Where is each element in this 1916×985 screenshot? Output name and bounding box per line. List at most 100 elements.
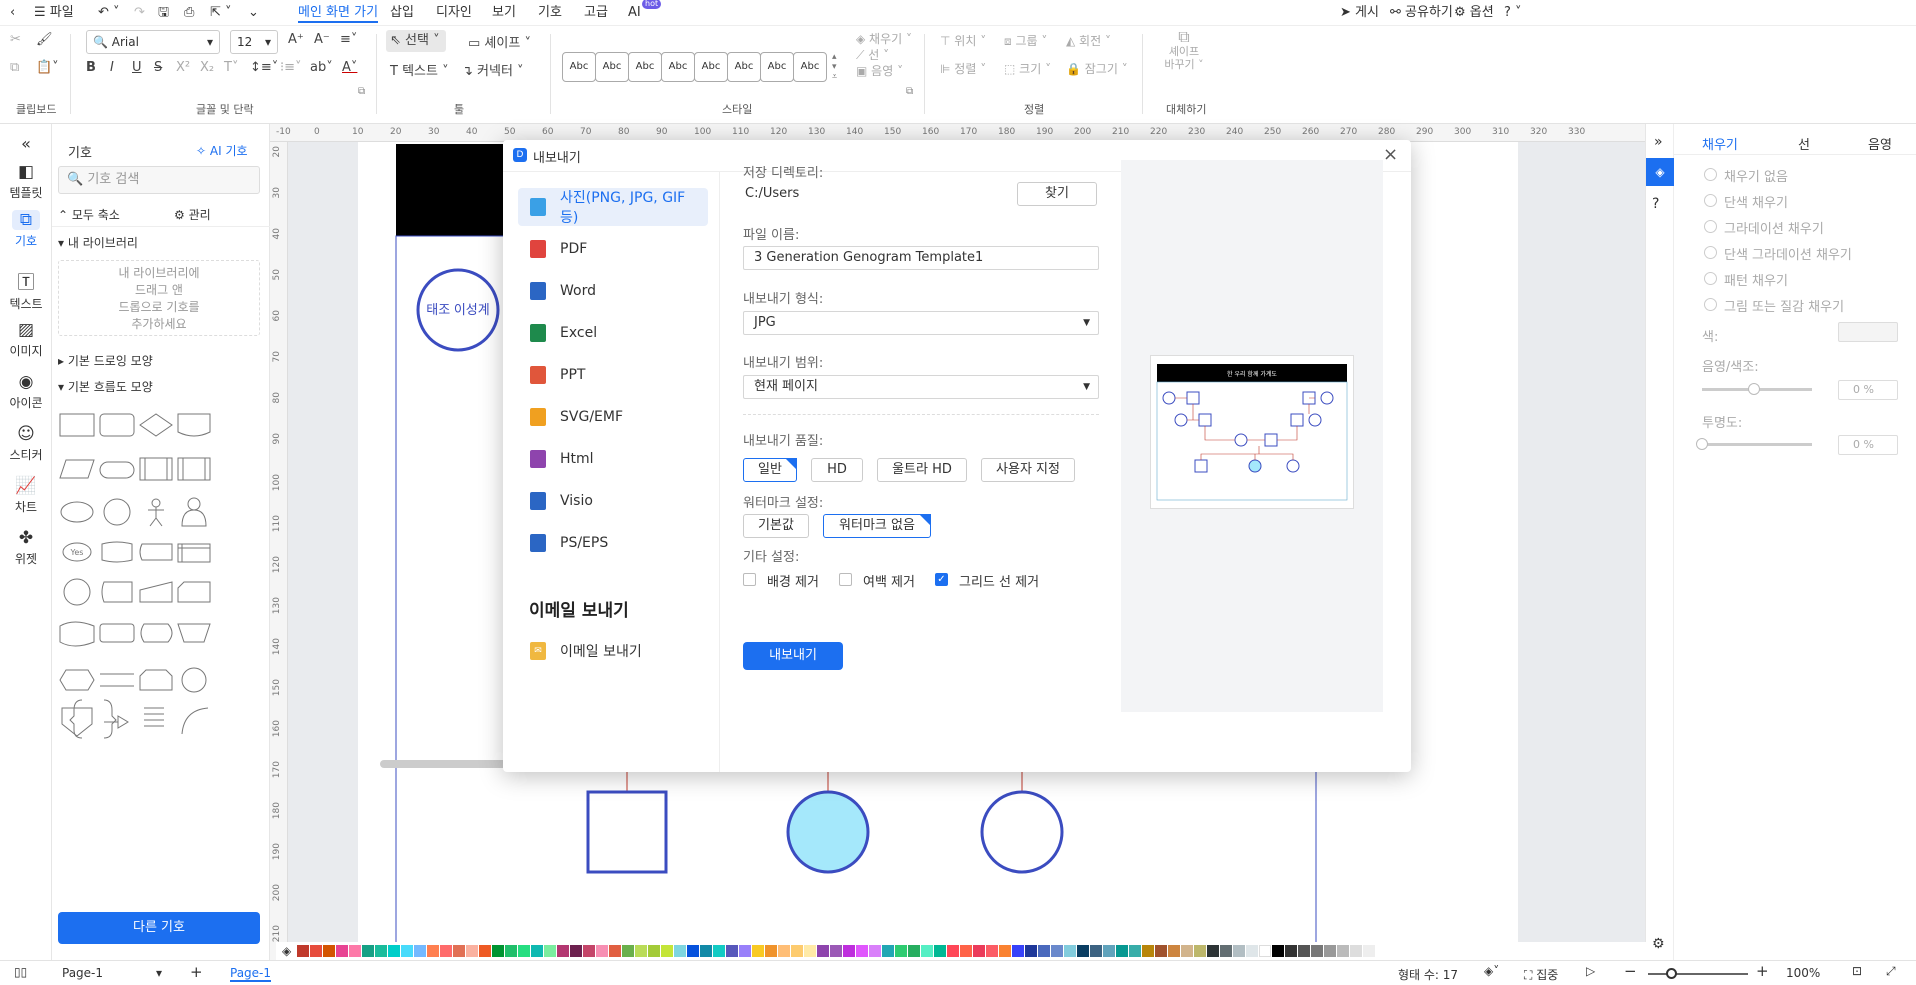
export-format-item[interactable]: Excel xyxy=(518,314,708,352)
nav-chart[interactable]: 📈 차트 xyxy=(0,476,52,515)
page-select[interactable]: Page-1 ▾ xyxy=(56,963,166,983)
collapse-icon[interactable]: « xyxy=(0,134,52,153)
palette-swatch[interactable] xyxy=(648,945,661,957)
palette-swatch[interactable] xyxy=(401,945,414,957)
palette-swatch[interactable] xyxy=(596,945,609,957)
radio-picture-fill[interactable] xyxy=(1704,298,1717,311)
export-format-item[interactable]: PDF xyxy=(518,230,708,268)
nav-widgets[interactable]: ✤ 위젯 xyxy=(0,528,52,567)
palette-swatch[interactable] xyxy=(778,945,791,957)
palette-swatch[interactable] xyxy=(323,945,336,957)
palette-swatch[interactable] xyxy=(1051,945,1064,957)
palette-swatch[interactable] xyxy=(1324,945,1337,957)
palette-swatch[interactable] xyxy=(1272,945,1285,957)
radio-no-fill[interactable] xyxy=(1704,168,1717,181)
quality-hd-button[interactable]: HD xyxy=(811,458,863,482)
palette-swatch[interactable] xyxy=(934,945,947,957)
nav-templates[interactable]: ◧ 템플릿 xyxy=(0,162,52,201)
tab-insert[interactable]: 삽입 xyxy=(390,3,414,23)
zoom-out-icon[interactable]: − xyxy=(1624,962,1637,980)
palette-swatch[interactable] xyxy=(674,945,687,957)
help-button[interactable]: ? ˅ xyxy=(1504,3,1522,23)
basic-drawing-header[interactable]: ▸ 기본 드로잉 모양 xyxy=(58,352,153,369)
lock-button[interactable]: 🔒 잠그기 ˅ xyxy=(1066,60,1128,77)
export-format-item[interactable]: SVG/EMF xyxy=(518,398,708,436)
more-symbols-button[interactable]: 다른 기호 xyxy=(58,912,260,944)
palette-swatch[interactable] xyxy=(765,945,778,957)
palette-swatch[interactable] xyxy=(843,945,856,957)
genogram-node-square[interactable] xyxy=(586,790,668,874)
basic-flow-header[interactable]: ▾ 기본 흐름도 모양 xyxy=(58,378,153,395)
size-button[interactable]: ⬚ 크기 ˅ xyxy=(1004,60,1051,77)
palette-swatch[interactable] xyxy=(1116,945,1129,957)
palette-swatch[interactable] xyxy=(1103,945,1116,957)
palette-swatch[interactable] xyxy=(1298,945,1311,957)
export-format-item[interactable]: PPT xyxy=(518,356,708,394)
copy-icon[interactable]: ⧉ xyxy=(10,60,19,75)
palette-swatch[interactable] xyxy=(986,945,999,957)
quality-custom-button[interactable]: 사용자 지정 xyxy=(981,458,1075,482)
redo-icon[interactable]: ↷ xyxy=(134,3,145,23)
palette-swatch[interactable] xyxy=(362,945,375,957)
palette-swatch[interactable] xyxy=(1090,945,1103,957)
shade-slider-handle[interactable] xyxy=(1748,383,1760,395)
radio-solid-fill[interactable] xyxy=(1704,194,1717,207)
palette-swatch[interactable] xyxy=(310,945,323,957)
nav-stickers[interactable]: ☺ 스티커 xyxy=(0,424,52,463)
radio-solid-gradient-fill[interactable] xyxy=(1704,246,1717,259)
palette-swatch[interactable] xyxy=(869,945,882,957)
style-sample[interactable]: Abc xyxy=(562,52,596,82)
quality-ultra-hd-button[interactable]: 울트라 HD xyxy=(877,458,967,482)
select-tool-button[interactable]: ⇖ 선택 ˅ xyxy=(386,30,446,52)
palette-swatch[interactable] xyxy=(726,945,739,957)
palette-swatch[interactable] xyxy=(882,945,895,957)
undo-icon[interactable]: ↶ ˅ xyxy=(98,3,120,23)
publish-button[interactable]: ➤ 게시 xyxy=(1340,3,1379,23)
palette-swatch[interactable] xyxy=(791,945,804,957)
palette-swatch[interactable] xyxy=(349,945,362,957)
watermark-none-button[interactable]: 워터마크 없음 xyxy=(823,514,931,538)
more-icon[interactable]: ⌄ xyxy=(248,3,259,23)
position-button[interactable]: ⊤ 위치 ˅ xyxy=(940,32,986,49)
palette-swatch[interactable] xyxy=(1077,945,1090,957)
text-highlight-icon[interactable]: ab˅ xyxy=(310,60,333,75)
palette-swatch[interactable] xyxy=(1246,945,1259,957)
style-sample[interactable]: Abc xyxy=(727,52,761,82)
palette-swatch[interactable] xyxy=(414,945,427,957)
watermark-default-button[interactable]: 기본값 xyxy=(743,514,809,538)
palette-swatch[interactable] xyxy=(661,945,674,957)
shade-value-input[interactable]: 0 % xyxy=(1838,380,1898,400)
print-icon[interactable]: ⎙ xyxy=(184,3,194,23)
palette-swatch[interactable] xyxy=(518,945,531,957)
palette-swatch[interactable] xyxy=(544,945,557,957)
subscript-icon[interactable]: X₂ xyxy=(200,60,214,75)
export-icon[interactable]: ⇱ ˅ xyxy=(210,3,232,23)
text-tool-button[interactable]: T 텍스트 ˅ xyxy=(390,60,449,79)
palette-swatch[interactable] xyxy=(440,945,453,957)
font-family-select[interactable]: 🔍 Arial ▾ xyxy=(86,30,220,54)
remove-margin-checkbox[interactable] xyxy=(839,573,852,586)
expand-icon[interactable]: ⧉ xyxy=(906,86,913,97)
zoom-slider-handle[interactable] xyxy=(1666,968,1677,979)
align-button[interactable]: ⊫ 정렬 ˅ xyxy=(940,60,986,77)
save-icon[interactable]: 🖫 xyxy=(158,3,169,23)
ai-symbol-button[interactable]: ✧ AI 기호 xyxy=(196,142,248,159)
palette-swatch[interactable] xyxy=(336,945,349,957)
palette-swatch[interactable] xyxy=(531,945,544,957)
cut-icon[interactable]: ✂ xyxy=(10,32,21,47)
palette-swatch[interactable] xyxy=(375,945,388,957)
underline-icon[interactable]: U xyxy=(132,60,142,75)
tab-fill[interactable]: 채우기 xyxy=(1702,134,1738,153)
style-sample[interactable]: Abc xyxy=(595,52,629,82)
tab-advanced[interactable]: 고급 xyxy=(584,3,608,23)
palette-swatch[interactable] xyxy=(1259,945,1272,957)
expand-icon[interactable]: ⧉ xyxy=(358,86,365,97)
play-icon[interactable]: ▷ xyxy=(1586,964,1595,978)
palette-swatch[interactable] xyxy=(1142,945,1155,957)
range-select[interactable]: 현재 페이지 ▼ xyxy=(743,375,1099,399)
focus-button[interactable]: ⛶ 집중 xyxy=(1524,966,1558,983)
style-sample[interactable]: Abc xyxy=(628,52,662,82)
manage-button[interactable]: ⚙ 관리 xyxy=(174,206,211,223)
palette-swatch[interactable] xyxy=(752,945,765,957)
my-library-dropzone[interactable]: 내 라이브러리에 드래그 앤 드롭으로 기호를 추가하세요 xyxy=(58,260,260,336)
